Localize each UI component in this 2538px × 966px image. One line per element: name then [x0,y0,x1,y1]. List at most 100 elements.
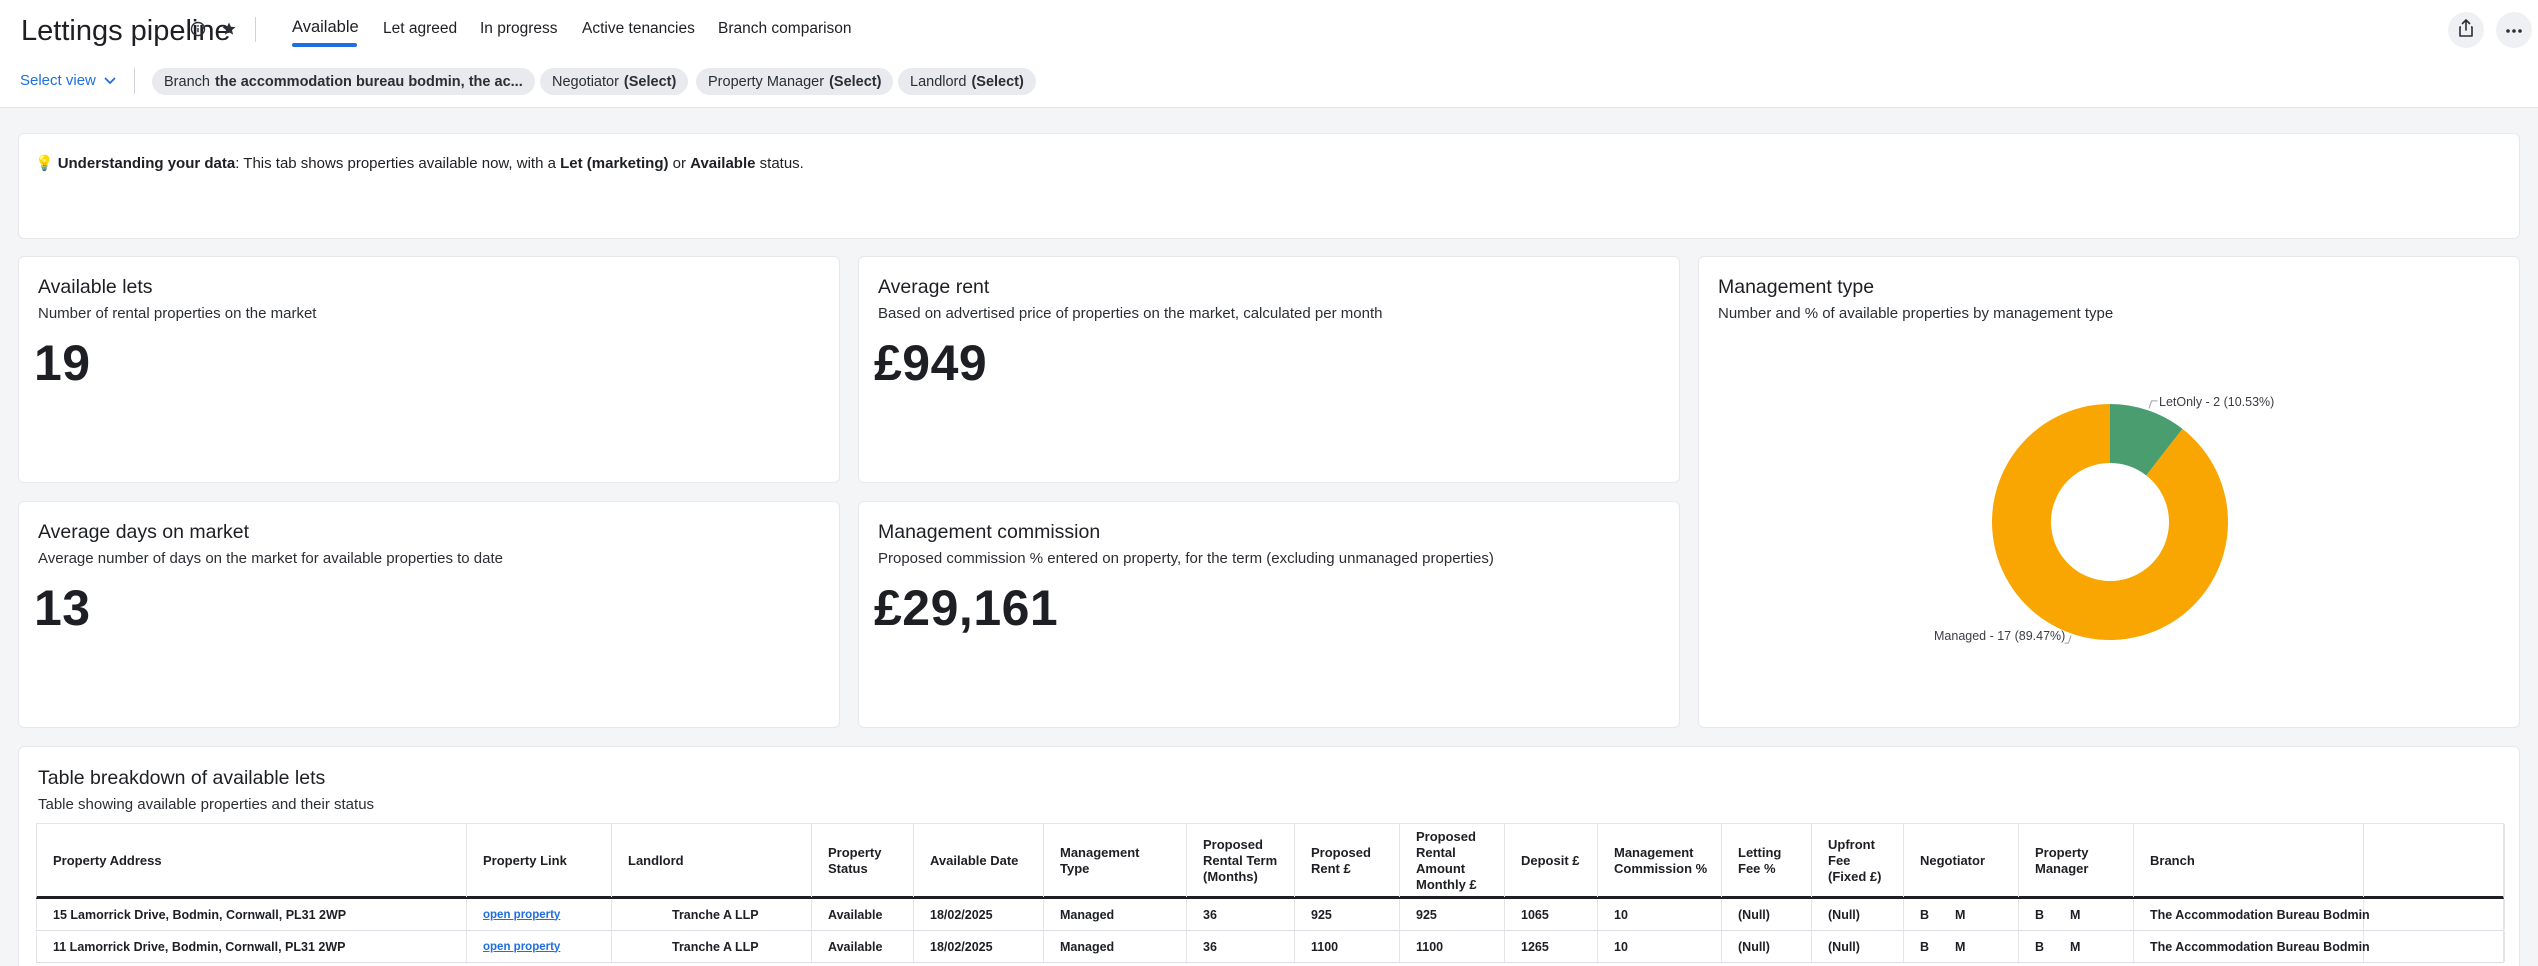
open-property-link[interactable]: open property [483,909,560,921]
header-divider [255,17,256,42]
select-view-dropdown[interactable]: Select view [20,72,116,89]
cell-landlord: Tranche A LLP [612,899,812,930]
cell-upfront-fee: (Null) [1812,931,1904,962]
cell-extra [2364,899,2505,930]
cell-management-commission: 10 [1598,899,1722,930]
chip-label: Branch [164,73,210,90]
info-text: or [668,155,691,172]
cell-upfront-fee: (Null) [1812,899,1904,930]
pie-slice-managed[interactable] [1992,404,2228,640]
column-header-branch[interactable]: Branch [2134,824,2364,897]
column-header-upfront-fee[interactable]: Upfront Fee (Fixed £) [1812,824,1904,897]
initial: B [2035,939,2045,954]
star-icon[interactable] [219,19,239,39]
pie-leader-line [2148,400,2158,409]
kpi-title: Available lets [38,276,153,298]
cell-property-link[interactable]: open property [467,931,612,962]
more-horizontal-icon [2505,21,2523,39]
column-header-label: Proposed Rental Term (Months) [1203,836,1278,884]
initial: B [1920,907,1930,922]
table-row[interactable]: 11 Lamorrick Drive, Bodmin, Cornwall, PL… [36,931,2505,963]
cell-letting-fee: (Null) [1722,931,1812,962]
column-header-label: Property Status [828,844,882,876]
cell-property-address: 15 Lamorrick Drive, Bodmin, Cornwall, PL… [37,899,467,930]
column-header-label: Landlord [628,852,684,868]
initial: M [2070,939,2081,954]
more-options-button[interactable] [2496,12,2532,48]
kpi-card-average-days: Average days on market Average number of… [18,501,840,728]
column-header-property-address[interactable]: Property Address [37,824,467,897]
info-text: : This tab shows properties available no… [235,155,561,172]
info-status-available: Available [690,155,756,172]
column-header-label: Property Manager [2035,844,2089,876]
info-lead: Understanding your data [57,155,236,172]
cell-letting-fee: (Null) [1722,899,1812,930]
initial: M [2070,907,2081,922]
cell-negotiator: BM [1904,899,2019,930]
column-header-extra[interactable] [2364,824,2505,897]
cell-rental-term: 36 [1187,899,1295,930]
info-icon[interactable] [188,19,208,39]
column-header-property-manager[interactable]: Property Manager [2019,824,2134,897]
tab-available[interactable]: Available [292,18,359,37]
share-button[interactable] [2448,12,2484,48]
select-view-label: Select view [20,72,96,89]
cell-property-address: 11 Lamorrick Drive, Bodmin, Cornwall, PL… [37,931,467,962]
column-header-letting-fee[interactable]: Letting Fee % [1722,824,1812,897]
cell-deposit: 1065 [1505,899,1598,930]
open-property-link[interactable]: open property [483,941,560,953]
column-header-available-date[interactable]: Available Date [914,824,1044,897]
filter-chip-landlord[interactable]: Landlord (Select) [898,68,1036,95]
cell-landlord: Tranche A LLP [612,931,812,962]
column-header-label: Management Type [1060,844,1140,876]
column-header-negotiator[interactable]: Negotiator [1904,824,2019,897]
share-icon [2458,18,2474,42]
initial: M [1955,939,1966,954]
table-title: Table breakdown of available lets [38,767,326,789]
column-header-label: Upfront Fee (Fixed £) [1828,836,1882,884]
initial: B [2035,907,2045,922]
column-header-deposit[interactable]: Deposit £ [1505,824,1598,897]
filter-chip-branch[interactable]: Branch the accommodation bureau bodmin, t… [152,68,535,95]
tab-let-agreed[interactable]: Let agreed [383,20,457,38]
kpi-subtitle: Number of rental properties on the marke… [38,305,317,322]
column-header-management-type[interactable]: Management Type [1044,824,1187,897]
column-header-label: Proposed Rent £ [1311,844,1371,876]
pie-label-managed: Managed - 17 (89.47%) [1934,629,2066,643]
column-header-label: Letting Fee % [1738,844,1782,876]
cell-proposed-rent: 925 [1295,899,1400,930]
cell-property-link[interactable]: open property [467,899,612,930]
column-header-property-link[interactable]: Property Link [467,824,612,897]
kpi-card-average-rent: Average rent Based on advertised price o… [858,256,1680,483]
column-header-property-status[interactable]: Property Status [812,824,914,897]
filter-chip-property-manager[interactable]: Property Manager (Select) [696,68,894,95]
tab-active-tenancies[interactable]: Active tenancies [582,20,695,38]
chip-value: (Select) [829,73,882,90]
kpi-subtitle: Average number of days on the market for… [38,550,503,567]
column-header-label: Property Link [483,852,567,868]
table-row[interactable]: 15 Lamorrick Drive, Bodmin, Cornwall, PL… [36,899,2505,931]
info-text: status. [755,155,804,172]
management-type-donut-chart [1992,400,2228,644]
kpi-value: £29,161 [874,580,1059,636]
active-tab-indicator [292,43,357,47]
info-status-let: Let (marketing) [560,155,669,172]
tab-in-progress[interactable]: In progress [480,20,558,38]
cell-branch: The Accommodation Bureau Bodmin [2134,931,2370,962]
column-header-proposed-rent[interactable]: Proposed Rent £ [1295,824,1400,897]
cell-available-date: 18/02/2025 [914,931,1044,962]
column-header-rental-amount-monthly[interactable]: Proposed Rental Amount Monthly £ [1400,824,1505,897]
cell-branch: The Accommodation Bureau Bodmin [2134,899,2370,930]
understanding-data-card: 💡 Understanding your data: This tab shows… [18,133,2520,239]
column-header-landlord[interactable]: Landlord [612,824,812,897]
chip-value: (Select) [971,73,1024,90]
kpi-subtitle: Based on advertised price of properties … [878,305,1383,322]
column-header-label: Deposit £ [1521,852,1580,868]
column-header-label: Negotiator [1920,852,1985,868]
tab-branch-comparison[interactable]: Branch comparison [718,20,852,38]
column-header-rental-term[interactable]: Proposed Rental Term (Months) [1187,824,1295,897]
pie-leader-line [2064,635,2072,644]
filter-chip-negotiator[interactable]: Negotiator (Select) [540,68,689,95]
column-header-management-commission[interactable]: Management Commission % [1598,824,1722,897]
column-header-label: Proposed Rental Amount Monthly £ [1416,828,1477,892]
